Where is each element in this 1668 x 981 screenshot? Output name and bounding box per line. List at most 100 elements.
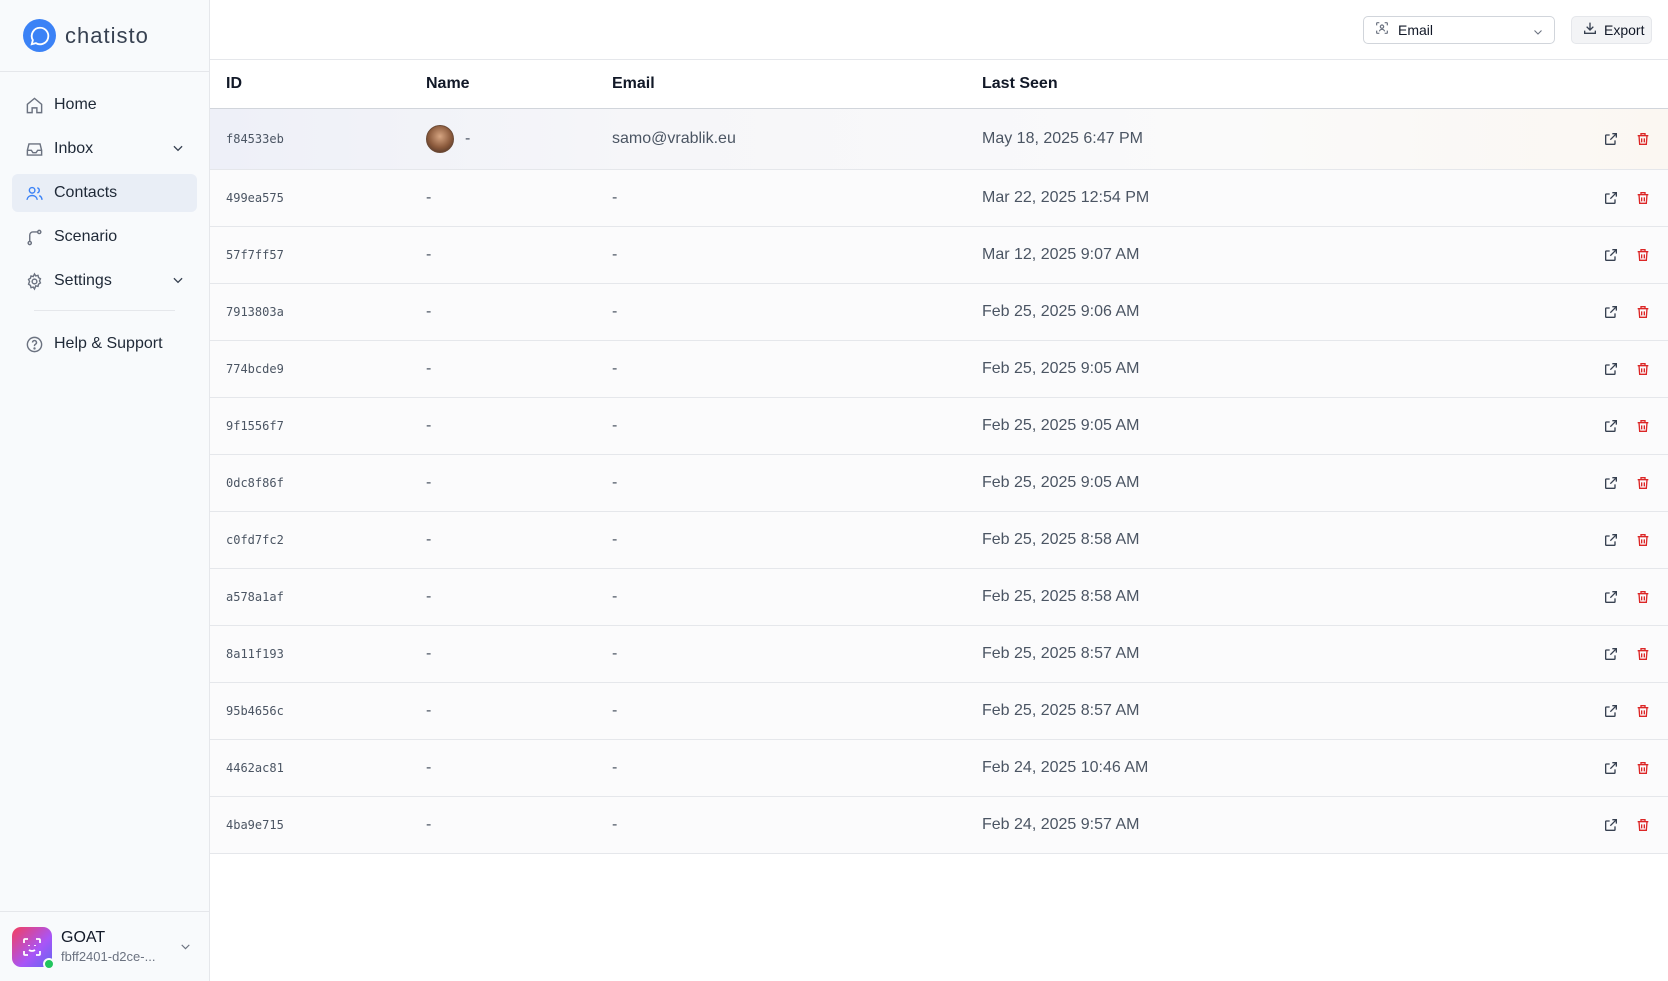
cell-last-seen: Feb 25, 2025 8:58 AM (982, 530, 1140, 548)
nav-label-settings: Settings (54, 272, 112, 289)
trash-icon[interactable] (1632, 814, 1654, 836)
trash-icon[interactable] (1632, 472, 1654, 494)
filter-select[interactable]: Email (1363, 16, 1555, 44)
cell-email: - (612, 587, 618, 605)
cell-id: a578a1af (226, 589, 284, 604)
table-row[interactable]: 4ba9e715 - - Feb 24, 2025 9:57 AM (210, 796, 1668, 853)
external-link-icon[interactable] (1600, 529, 1622, 551)
table-row[interactable]: 499ea575 - - Mar 22, 2025 12:54 PM (210, 169, 1668, 226)
external-link-icon[interactable] (1600, 415, 1622, 437)
trash-icon[interactable] (1632, 757, 1654, 779)
external-link-icon[interactable] (1600, 301, 1622, 323)
trash-icon[interactable] (1632, 128, 1654, 150)
cell-email: - (612, 758, 618, 776)
external-link-icon[interactable] (1600, 586, 1622, 608)
table-row[interactable]: 0dc8f86f - - Feb 25, 2025 9:05 AM (210, 454, 1668, 511)
cell-name: - (426, 588, 612, 606)
inbox-icon (24, 139, 44, 159)
table-row[interactable]: 95b4656c - - Feb 25, 2025 8:57 AM (210, 682, 1668, 739)
trash-icon[interactable] (1632, 643, 1654, 665)
nav-item-contacts[interactable]: Contacts (12, 174, 197, 212)
column-header-id[interactable]: ID (210, 60, 426, 108)
table-row[interactable]: f84533eb - samo@vrablik.eu May 18, 2025 6:4… (210, 108, 1668, 169)
branch-icon (24, 227, 44, 247)
table-row[interactable]: 9f1556f7 - - Feb 25, 2025 9:05 AM (210, 397, 1668, 454)
cell-actions (1542, 108, 1668, 169)
nav-item-help[interactable]: Help & Support (12, 325, 197, 363)
org-id: fbff2401-d2ce-... (61, 949, 156, 964)
external-link-icon[interactable] (1600, 128, 1622, 150)
table-row[interactable]: 4462ac81 - - Feb 24, 2025 10:46 AM (210, 739, 1668, 796)
trash-icon[interactable] (1632, 187, 1654, 209)
cell-actions (1542, 511, 1668, 568)
cell-email: - (612, 359, 618, 377)
table-row[interactable]: c0fd7fc2 - - Feb 25, 2025 8:58 AM (210, 511, 1668, 568)
cell-id: 774bcde9 (226, 361, 284, 376)
trash-icon[interactable] (1632, 700, 1654, 722)
nav-label-home: Home (54, 96, 97, 113)
cell-last-seen: Feb 25, 2025 8:57 AM (982, 701, 1140, 719)
cell-email: - (612, 473, 618, 491)
external-link-icon[interactable] (1600, 472, 1622, 494)
cell-id: 0dc8f86f (226, 475, 284, 490)
chevron-down-icon[interactable] (171, 141, 185, 160)
cell-id: 499ea575 (226, 190, 284, 205)
table-row[interactable]: 7913803a - - Feb 25, 2025 9:06 AM (210, 283, 1668, 340)
online-status-dot (43, 957, 55, 970)
nav-label-help: Help & Support (54, 335, 163, 352)
cell-id: 95b4656c (226, 703, 284, 718)
table-row[interactable]: a578a1af - - Feb 25, 2025 8:58 AM (210, 568, 1668, 625)
external-link-icon[interactable] (1600, 244, 1622, 266)
column-header-name[interactable]: Name (426, 60, 612, 108)
table-header-row: ID Name Email Last Seen (210, 60, 1668, 108)
trash-icon[interactable] (1632, 244, 1654, 266)
external-link-icon[interactable] (1600, 757, 1622, 779)
org-switcher[interactable]: GOAT fbff2401-d2ce-... (0, 911, 210, 981)
cell-id: c0fd7fc2 (226, 532, 284, 547)
table-row[interactable]: 774bcde9 - - Feb 25, 2025 9:05 AM (210, 340, 1668, 397)
nav-item-home[interactable]: Home (12, 86, 197, 124)
trash-icon[interactable] (1632, 529, 1654, 551)
cell-name-text: - (426, 416, 432, 434)
chevron-down-icon[interactable] (179, 940, 192, 958)
external-link-icon[interactable] (1600, 643, 1622, 665)
cell-id: 4462ac81 (226, 760, 284, 775)
nav-item-scenario[interactable]: Scenario (12, 218, 197, 256)
trash-icon[interactable] (1632, 301, 1654, 323)
cell-actions (1542, 454, 1668, 511)
column-header-actions (1542, 60, 1668, 108)
cell-email: - (612, 302, 618, 320)
cell-id: 9f1556f7 (226, 418, 284, 433)
trash-icon[interactable] (1632, 415, 1654, 437)
external-link-icon[interactable] (1600, 814, 1622, 836)
column-header-last-seen[interactable]: Last Seen (982, 60, 1542, 108)
cell-name: - (426, 816, 612, 834)
nav-item-settings[interactable]: Settings (12, 262, 197, 300)
external-link-icon[interactable] (1600, 358, 1622, 380)
cell-name-text: - (426, 473, 432, 491)
cell-email: - (612, 530, 618, 548)
external-link-icon[interactable] (1600, 700, 1622, 722)
cell-email: samo@vrablik.eu (612, 129, 736, 147)
trash-icon[interactable] (1632, 586, 1654, 608)
export-button[interactable]: Export (1571, 16, 1652, 44)
chevron-down-icon[interactable] (171, 273, 185, 292)
table-row[interactable]: 57f7ff57 - - Mar 12, 2025 9:07 AM (210, 226, 1668, 283)
cell-last-seen: May 18, 2025 6:47 PM (982, 129, 1143, 147)
column-header-email[interactable]: Email (612, 60, 982, 108)
cell-last-seen: Feb 24, 2025 9:57 AM (982, 815, 1140, 833)
trash-icon[interactable] (1632, 358, 1654, 380)
brand[interactable]: chatisto (0, 0, 209, 72)
nav-item-inbox[interactable]: Inbox (12, 130, 197, 168)
cell-name-text: - (426, 644, 432, 662)
cell-name: - (426, 303, 612, 321)
table-body: f84533eb - samo@vrablik.eu May 18, 2025 6:4… (210, 108, 1668, 853)
cell-name-text: - (465, 129, 471, 147)
cell-last-seen: Mar 12, 2025 9:07 AM (982, 245, 1140, 263)
external-link-icon[interactable] (1600, 187, 1622, 209)
gear-icon (24, 271, 44, 291)
sidebar: chatisto Home Inbox Contacts Scenario Se… (0, 0, 210, 981)
contacts-table: ID Name Email Last Seen f84533eb - samo@vr… (210, 60, 1668, 854)
export-label: Export (1604, 22, 1645, 38)
table-row[interactable]: 8a11f193 - - Feb 25, 2025 8:57 AM (210, 625, 1668, 682)
